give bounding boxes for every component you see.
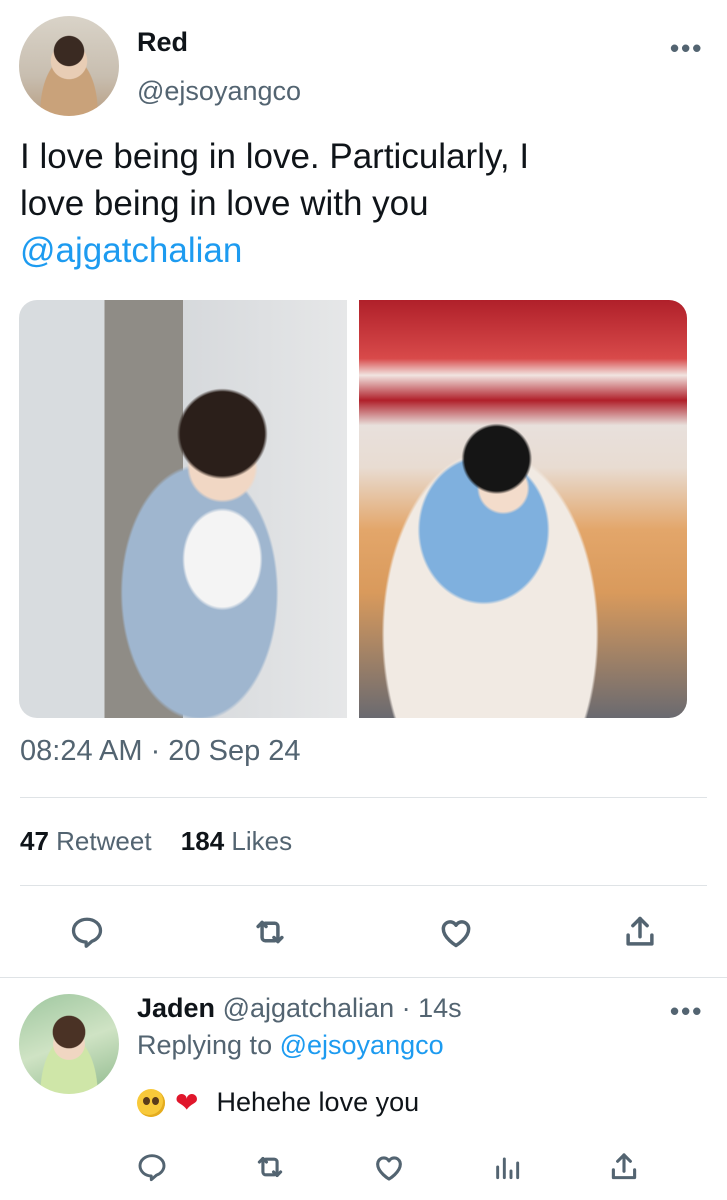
- author-name[interactable]: Red: [137, 27, 188, 58]
- reply-author-avatar[interactable]: [19, 994, 119, 1094]
- reply-time[interactable]: · 14s: [402, 993, 462, 1023]
- mention-link[interactable]: @ajgatchalian: [20, 227, 700, 274]
- author-avatar[interactable]: [19, 16, 119, 116]
- tweet-photo-1[interactable]: [19, 300, 347, 718]
- divider: [0, 977, 727, 978]
- engagement-stats: 47 Retweet 184 Likes: [20, 826, 292, 857]
- red-heart-emoji-icon: ❤: [175, 1086, 199, 1118]
- reply-more-options-icon[interactable]: •••: [670, 996, 703, 1027]
- tweet-photo-2[interactable]: [359, 300, 687, 718]
- replying-to-label: Replying to: [137, 1030, 273, 1060]
- author-handle[interactable]: @ejsoyangco: [137, 76, 301, 107]
- share-icon[interactable]: [604, 1147, 644, 1187]
- reply-icon[interactable]: [132, 1147, 172, 1187]
- reply-author-handle[interactable]: @ajgatchalian: [223, 993, 395, 1023]
- pleading-face-emoji-icon: [137, 1088, 165, 1117]
- reply-message: Hehehe love you: [216, 1087, 420, 1117]
- share-icon[interactable]: [620, 912, 660, 952]
- retweet-count[interactable]: 47: [20, 826, 49, 856]
- divider: [20, 885, 707, 886]
- like-label[interactable]: Likes: [231, 826, 292, 856]
- reply-author-name[interactable]: Jaden: [137, 993, 215, 1023]
- tweet-text-line: love being in love with you: [20, 184, 429, 223]
- replying-to: Replying to @ejsoyangco: [137, 1030, 444, 1061]
- divider: [20, 797, 707, 798]
- retweet-label[interactable]: Retweet: [56, 826, 151, 856]
- analytics-icon[interactable]: [487, 1147, 527, 1187]
- reply-header: Jaden @ajgatchalian · 14s: [137, 993, 462, 1024]
- tweet-timestamp[interactable]: 08:24 AM · 20 Sep 24: [20, 735, 301, 768]
- reply-icon[interactable]: [67, 912, 107, 952]
- tweet-text: I love being in love. Particularly, I lo…: [20, 133, 700, 274]
- heart-icon[interactable]: [369, 1147, 409, 1187]
- replying-to-handle[interactable]: @ejsoyangco: [280, 1030, 444, 1060]
- tweet-text-line: I love being in love. Particularly, I: [20, 137, 530, 176]
- reply-text: ❤ Hehehe love you: [137, 1087, 419, 1118]
- heart-icon[interactable]: [436, 912, 476, 952]
- retweet-icon[interactable]: [250, 912, 290, 952]
- retweet-icon[interactable]: [250, 1147, 290, 1187]
- more-options-icon[interactable]: •••: [670, 33, 703, 64]
- like-count[interactable]: 184: [181, 826, 224, 856]
